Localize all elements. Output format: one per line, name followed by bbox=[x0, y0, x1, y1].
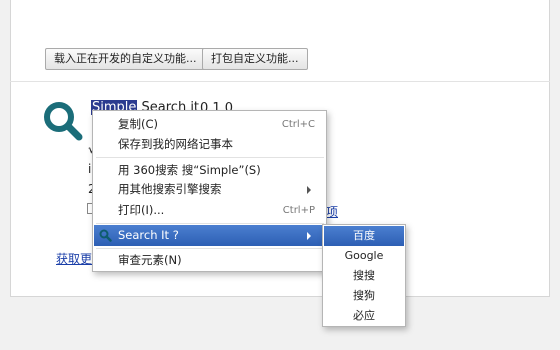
menu-item-label: 保存到我的网络记事本 bbox=[118, 137, 233, 151]
submenu-item-google[interactable]: Google bbox=[324, 246, 404, 266]
chevron-right-icon bbox=[307, 232, 311, 240]
menu-item-label: 打印(I)... bbox=[118, 203, 165, 217]
fragment-2: i bbox=[88, 162, 92, 176]
menu-item-search-it[interactable]: Search It ? bbox=[94, 225, 325, 246]
menu-item-360-search[interactable]: 用 360搜索 搜“Simple”(S) bbox=[94, 160, 325, 181]
menu-item-inspect[interactable]: 审查元素(N) bbox=[94, 250, 325, 271]
menu-item-shortcut: Ctrl+P bbox=[282, 205, 315, 216]
menu-item-label: 用 360搜索 搜“Simple”(S) bbox=[118, 163, 261, 177]
menu-item-other-engines[interactable]: 用其他搜索引擎搜索 bbox=[94, 179, 325, 200]
menu-item-copy[interactable]: 复制(C) Ctrl+C bbox=[94, 114, 325, 135]
submenu-item-bing[interactable]: 必应 bbox=[324, 306, 404, 326]
menu-item-label: Search It ? bbox=[118, 228, 179, 242]
menu-item-label: 复制(C) bbox=[118, 117, 159, 131]
submenu-item-baidu[interactable]: 百度 bbox=[324, 226, 404, 246]
divider bbox=[10, 81, 550, 82]
menu-item-print[interactable]: 打印(I)... Ctrl+P bbox=[94, 200, 325, 221]
menu-separator bbox=[96, 248, 324, 249]
options-link[interactable]: 项 bbox=[326, 203, 338, 220]
context-menu: 复制(C) Ctrl+C 保存到我的网络记事本 用 360搜索 搜“Simple… bbox=[92, 110, 327, 272]
submenu-item-sogou[interactable]: 搜狗 bbox=[324, 286, 404, 306]
magnifier-icon bbox=[44, 102, 83, 141]
menu-item-shortcut: Ctrl+C bbox=[281, 119, 315, 130]
menu-separator bbox=[96, 223, 324, 224]
menu-item-save-note[interactable]: 保存到我的网络记事本 bbox=[94, 134, 325, 155]
search-engine-submenu: 百度 Google 搜搜 搜狗 必应 bbox=[322, 224, 406, 327]
load-unpacked-button[interactable]: 载入正在开发的自定义功能... bbox=[45, 48, 206, 70]
menu-separator bbox=[96, 157, 324, 158]
chevron-right-icon bbox=[307, 186, 311, 194]
search-icon bbox=[99, 229, 112, 242]
pack-extension-button[interactable]: 打包自定义功能... bbox=[202, 48, 308, 70]
menu-item-label: 用其他搜索引擎搜索 bbox=[118, 182, 222, 196]
submenu-item-soso[interactable]: 搜搜 bbox=[324, 266, 404, 286]
get-more-link[interactable]: 获取更 bbox=[56, 250, 92, 267]
menu-item-label: 审查元素(N) bbox=[118, 253, 182, 267]
